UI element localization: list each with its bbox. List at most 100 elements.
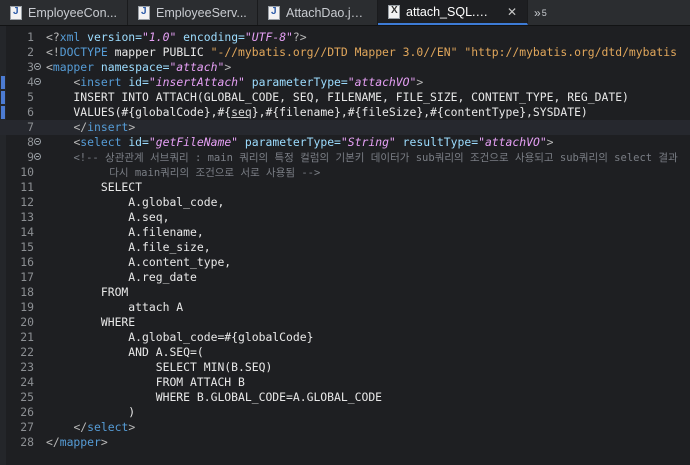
- code-line[interactable]: 7 </insert>: [0, 120, 690, 135]
- tab-overflow-button[interactable]: » 5: [528, 0, 547, 25]
- code-token: "insertAttach": [148, 75, 245, 89]
- fold-toggle-icon[interactable]: [34, 153, 41, 160]
- code-line[interactable]: 2 <!DOCTYPE mapper PUBLIC "-//mybatis.org…: [0, 45, 690, 60]
- code-line[interactable]: 23 SELECT MIN(B.SEQ): [0, 360, 690, 375]
- code-token: version=: [87, 30, 143, 44]
- code-line[interactable]: 26 ): [0, 405, 690, 420]
- code-line[interactable]: 5 INSERT INTO ATTACH(GLOBAL_CODE, SEQ, F…: [0, 90, 690, 105]
- line-number: 10: [20, 165, 34, 179]
- code-token: ): [46, 405, 136, 419]
- code-token: id=: [128, 75, 149, 89]
- code-line[interactable]: 14 A.filename,: [0, 225, 690, 240]
- code-text: <select id="getFileName" parameterType="…: [46, 135, 554, 150]
- code-line[interactable]: 17 A.reg_date: [0, 270, 690, 285]
- code-token: "attachVO": [347, 75, 417, 89]
- code-token: >: [416, 75, 424, 89]
- code-line[interactable]: 1 <?xml version="1.0" encoding="UTF-8"?>: [0, 30, 690, 45]
- code-line[interactable]: 11 SELECT: [0, 180, 690, 195]
- code-token: xml: [59, 30, 88, 44]
- line-number: 9: [27, 150, 34, 164]
- fold-toggle-icon[interactable]: [34, 78, 41, 85]
- tab-attach-sql-xml[interactable]: attach_SQL.xml ✕: [378, 0, 528, 25]
- close-tab-icon[interactable]: ✕: [507, 5, 517, 19]
- code-text: </mapper>: [46, 435, 108, 450]
- code-text: ): [46, 405, 135, 420]
- code-token: parameterType=: [244, 75, 348, 89]
- code-line[interactable]: 22 AND A.SEQ=(: [0, 345, 690, 360]
- code-text: SELECT MIN(B.SEQ): [46, 360, 273, 375]
- code-token: DOCTYPE: [59, 45, 115, 59]
- code-token: insert: [80, 75, 129, 89]
- java-file-icon: [138, 5, 150, 20]
- tab-label: EmployeeCon...: [28, 5, 117, 20]
- code-token: parameterType=: [238, 135, 341, 149]
- code-token: </: [73, 420, 88, 434]
- code-line[interactable]: 18 FROM: [0, 285, 690, 300]
- code-token: A.seq,: [46, 210, 170, 224]
- line-number: 14: [20, 225, 34, 239]
- code-line[interactable]: 25 WHERE B.GLOBAL_CODE=A.GLOBAL_CODE: [0, 390, 690, 405]
- code-token: attach A: [46, 300, 184, 314]
- code-token: mapper: [59, 435, 101, 449]
- code-line[interactable]: 4 <insert id="insertAttach" parameterTyp…: [0, 75, 690, 90]
- code-text: </insert>: [46, 120, 135, 135]
- code-line[interactable]: 12 A.global_code,: [0, 195, 690, 210]
- code-editor[interactable]: 1 <?xml version="1.0" encoding="UTF-8"?> 2…: [0, 26, 690, 465]
- code-token: </: [46, 435, 60, 449]
- line-number: 2: [27, 45, 34, 59]
- xml-file-icon: [388, 4, 400, 19]
- code-token: seq: [231, 105, 252, 119]
- code-token: "String": [340, 135, 396, 149]
- line-number: 22: [20, 345, 34, 359]
- code-line[interactable]: 20 WHERE: [0, 315, 690, 330]
- tab-attach-dao[interactable]: AttachDao.java: [258, 0, 378, 25]
- code-line[interactable]: 27 </select>: [0, 420, 690, 435]
- code-token: WHERE: [46, 315, 136, 329]
- code-text: A.seq,: [46, 210, 169, 225]
- tab-employee-service[interactable]: EmployeeServ...: [128, 0, 258, 25]
- line-number: 20: [20, 315, 34, 329]
- code-token: mapper: [52, 60, 101, 74]
- code-line[interactable]: 8 <select id="getFileName" parameterType…: [0, 135, 690, 150]
- code-token: A.global_code,: [46, 195, 225, 209]
- code-text: INSERT INTO ATTACH(GLOBAL_CODE, SEQ, FIL…: [46, 90, 629, 105]
- code-line[interactable]: 9 <!-- 상관관계 서브쿼리 : main 쿼리의 특정 컬럼의 기본키 데…: [0, 150, 690, 165]
- code-text: <insert id="insertAttach" parameterType=…: [46, 75, 423, 90]
- code-text: FROM ATTACH B: [46, 375, 245, 390]
- code-line[interactable]: 15 A.file_size,: [0, 240, 690, 255]
- line-number: 16: [20, 255, 34, 269]
- java-file-icon: [268, 5, 280, 20]
- hidden-tab-count: 5: [541, 7, 547, 18]
- code-line[interactable]: 13 A.seq,: [0, 210, 690, 225]
- code-line[interactable]: 10 다시 main쿼리의 조건으로 서로 사용됨 -->: [0, 165, 690, 180]
- code-token: >: [128, 420, 136, 434]
- line-number: 4: [27, 75, 34, 89]
- line-number: 13: [20, 210, 34, 224]
- tab-employee-controller[interactable]: EmployeeCon...: [0, 0, 128, 25]
- code-token: <?: [46, 30, 60, 44]
- code-token: A.global_code=#{globalCode}: [46, 330, 314, 344]
- code-token: <!-- 상관관계 서브쿼리 : main 쿼리의 특정 컬럼의 기본키 데이터…: [73, 152, 678, 164]
- code-line[interactable]: 6 VALUES(#{globalCode},#{seq},#{filename…: [0, 105, 690, 120]
- tab-label: AttachDao.java: [286, 5, 367, 20]
- code-token: resultType=: [395, 135, 479, 149]
- code-line[interactable]: 3 <mapper namespace="attach">: [0, 60, 690, 75]
- line-number: 11: [20, 180, 34, 194]
- code-line[interactable]: 28 </mapper>: [0, 435, 690, 450]
- code-token: >: [546, 135, 554, 149]
- editor-tab-bar: EmployeeCon... EmployeeServ... AttachDao…: [0, 0, 690, 26]
- fold-toggle-icon[interactable]: [34, 63, 41, 70]
- fold-toggle-icon[interactable]: [34, 138, 41, 145]
- code-token: A.content_type,: [46, 255, 232, 269]
- line-number: 12: [20, 195, 34, 209]
- chevrons-right-icon: »: [534, 5, 541, 20]
- line-number: 23: [20, 360, 34, 374]
- line-number: 19: [20, 300, 34, 314]
- code-token: >: [224, 60, 232, 74]
- code-line[interactable]: 16 A.content_type,: [0, 255, 690, 270]
- code-line[interactable]: 24 FROM ATTACH B: [0, 375, 690, 390]
- code-line[interactable]: 21 A.global_code=#{globalCode}: [0, 330, 690, 345]
- line-number: 28: [20, 435, 34, 449]
- code-line[interactable]: 19 attach A: [0, 300, 690, 315]
